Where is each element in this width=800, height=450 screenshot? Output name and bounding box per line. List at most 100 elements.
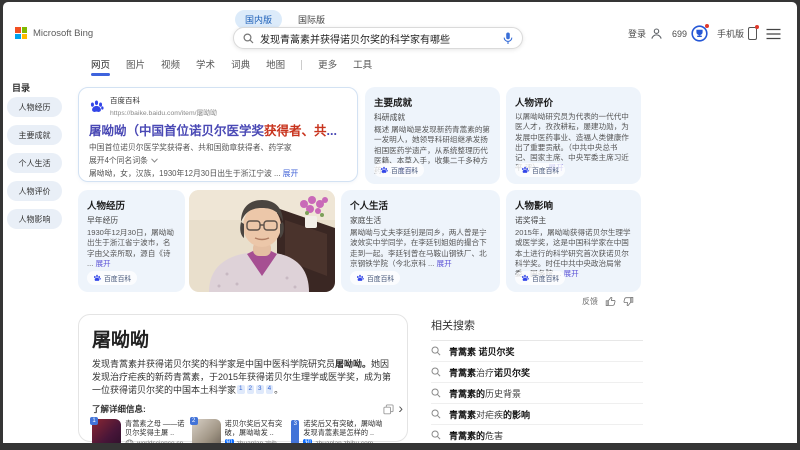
result-source-name: 百度百科 — [110, 96, 140, 105]
notification-dot — [755, 25, 759, 29]
tab-videos[interactable]: 视频 — [161, 57, 180, 74]
chip-label: 百度百科 — [532, 276, 560, 283]
source-thumbnail: 1 — [90, 417, 121, 443]
tab-images[interactable]: 图片 — [126, 57, 145, 74]
chip-label: 百度百科 — [532, 168, 560, 175]
thumbs-up-icon[interactable] — [605, 296, 616, 307]
toc-item-personal-life[interactable]: 个人生活 — [7, 153, 62, 173]
search-icon — [431, 430, 441, 440]
toc-item-achievements[interactable]: 主要成就 — [7, 125, 62, 145]
citation-1[interactable]: 1 — [237, 385, 245, 394]
card-title: 人物影响 — [515, 201, 554, 212]
toc-item-evaluation[interactable]: 人物评价 — [7, 181, 62, 201]
search-icon — [243, 32, 254, 43]
card-influence[interactable]: 人物影响 诺奖得主 2015年，屠呦呦获得诺贝尔生理学或医学奖，这是中国科学家在… — [506, 190, 641, 292]
card-experience[interactable]: 人物经历 早年经历 1930年12月30日，屠呦呦出生于浙江省宁波市，名字由父亲… — [78, 190, 185, 292]
bing-logo[interactable]: Microsoft Bing — [15, 27, 93, 39]
search-icon — [431, 367, 441, 377]
card-subtitle: 家庭生活 — [350, 216, 382, 225]
thumbs-down-icon[interactable] — [623, 296, 634, 307]
zhihu-icon: 知 — [303, 439, 313, 443]
source-title: 诺贝尔奖后又有突破，屠呦呦发 .. — [224, 419, 283, 438]
related-text: 治疗 — [476, 367, 495, 378]
card-body: 概述 屠呦呦是发现新药青蒿素的第一发明人，她领导科研组继承发扬祖国医药学遗产，从… — [374, 125, 491, 175]
tab-academic[interactable]: 学术 — [196, 57, 215, 74]
related-item-4[interactable]: 青蒿素对疟疾的影响 — [431, 404, 643, 425]
related-item-1[interactable]: 青蒿素 诺贝尔奖 — [431, 341, 643, 362]
result-description: 中国首位诺贝尔医学奖获得者、共和国勋章获得者、药学家 — [89, 143, 292, 152]
sources-next-chevron-icon[interactable]: › — [398, 401, 403, 415]
source-title: 青蒿素之母 ——诺贝尔奖得主屠 .. — [125, 419, 185, 438]
tab-maps[interactable]: 地图 — [266, 57, 285, 74]
source-number-badge: 3 — [291, 420, 300, 443]
related-item-5[interactable]: 青蒿素的危害 — [431, 425, 643, 443]
answer-title: 屠呦呦 — [92, 330, 150, 351]
search-icon — [431, 409, 441, 419]
search-bar[interactable] — [233, 27, 523, 49]
tab-web[interactable]: 网页 — [91, 57, 111, 76]
source-chip[interactable]: 百度百科 — [374, 163, 425, 177]
notification-dot — [704, 24, 709, 28]
result-source-row[interactable]: 百度百科 https://baike.baidu.com/item/屠呦呦 — [89, 95, 347, 117]
source-chip[interactable]: 百度百科 — [87, 271, 138, 285]
expand-link[interactable]: 展开 — [564, 269, 579, 278]
citation-4[interactable]: 4 — [265, 385, 274, 394]
mobile-version-button[interactable]: 手机版 — [717, 25, 759, 40]
source-card-2[interactable]: 2 诺贝尔奖后又有突破，屠呦呦发 .. 知zhuanlan.zhih.. — [189, 417, 285, 443]
related-text: 青蒿素的 — [449, 430, 486, 441]
source-card-1[interactable]: 1 青蒿素之母 ——诺贝尔奖得主屠 .. worldscience.cn — [90, 417, 185, 443]
tab-dictionary[interactable]: 词典 — [231, 57, 250, 74]
tab-tools[interactable]: 工具 — [353, 57, 372, 74]
copy-icon[interactable] — [383, 404, 394, 415]
search-icon — [431, 388, 441, 398]
rewards-button[interactable]: 699 — [672, 24, 709, 42]
expand-link[interactable]: 展开 — [437, 259, 452, 268]
card-title: 个人生活 — [350, 201, 389, 212]
card-personal-life[interactable]: 个人生活 家庭生活 屠呦呦与丈夫李廷钊是同乡，两人曾是宁波效实中学同学，在李廷钊… — [341, 190, 500, 292]
result-title-link[interactable]: 屠呦呦（中国首位诺贝尔医学奖获得者、共... — [89, 120, 347, 139]
citation-3[interactable]: 3 — [256, 385, 264, 394]
search-nav: 网页 图片 视频 学术 词典 地图 更多 工具 — [3, 56, 372, 76]
snippet-expand-link[interactable]: 展开 — [283, 169, 299, 178]
source-cards: 1 青蒿素之母 ——诺贝尔奖得主屠 .. worldscience.cn 2 诺… — [90, 417, 394, 443]
sign-in-button[interactable]: 登录 — [628, 27, 663, 40]
source-chip[interactable]: 百度百科 — [350, 271, 401, 285]
card-achievements[interactable]: 主要成就 科研成就 概述 屠呦呦是发现新药青蒿素的第一发明人，她领导科研组继承发… — [365, 87, 500, 184]
tab-more[interactable]: 更多 — [318, 57, 337, 74]
related-text: 青蒿素的 — [449, 388, 486, 399]
citation-2[interactable]: 2 — [246, 385, 255, 394]
microphone-icon[interactable] — [503, 32, 513, 45]
baidu-paw-icon — [94, 274, 101, 281]
snippet-text: 屠呦呦，女，汉族，1930年12月30日出生于浙江宁波 ... — [89, 169, 281, 178]
expand-entries-label: 展开4个同名词条 — [89, 156, 148, 165]
portrait-illustration — [189, 190, 335, 292]
baike-result-card[interactable]: 百度百科 https://baike.baidu.com/item/屠呦呦 屠呦… — [78, 87, 358, 182]
related-text: 对疟疾 — [476, 409, 504, 420]
result-snippet: 屠呦呦，女，汉族，1930年12月30日出生于浙江宁波 ... 展开 — [89, 168, 347, 179]
baidu-paw-icon — [381, 166, 388, 173]
toc-item-influence[interactable]: 人物影响 — [7, 209, 62, 229]
source-card-3[interactable]: 3 诺奖后又有突破，屠呦呦发现青蒿素是怎样的 .. 知zhuanlan.zhih… — [291, 419, 384, 443]
expand-entries-button[interactable]: 展开4个同名词条 — [89, 155, 347, 166]
chip-label: 百度百科 — [391, 168, 419, 175]
source-chip[interactable]: 百度百科 — [515, 271, 566, 285]
source-chip[interactable]: 百度百科 — [515, 163, 566, 177]
related-searches: 相关搜索 青蒿素 诺贝尔奖 青蒿素治疗诺贝尔奖 青蒿素的历史背景 青蒿素对疟疾的… — [431, 317, 643, 443]
feedback-label[interactable]: 反馈 — [582, 296, 598, 307]
related-item-3[interactable]: 青蒿素的历史背景 — [431, 383, 643, 404]
hamburger-menu-icon[interactable] — [766, 28, 781, 40]
expand-link[interactable]: 展开 — [95, 259, 110, 268]
tab-international[interactable]: 国际版 — [298, 13, 325, 26]
related-item-2[interactable]: 青蒿素治疗诺贝尔奖 — [431, 362, 643, 383]
portrait-image[interactable] — [189, 190, 335, 292]
toc-item-experience[interactable]: 人物经历 — [7, 97, 62, 117]
related-text: 青蒿素 — [449, 409, 477, 420]
globe-icon — [125, 439, 134, 443]
related-text: 历史背景 — [485, 388, 522, 399]
card-evaluation[interactable]: 人物评价 以屠呦呦研究员为代表的一代代中医人才，孜孜耕耘，屡建功勋，为发展中医药… — [506, 87, 641, 184]
search-input[interactable] — [260, 32, 497, 44]
search-icon — [431, 346, 441, 356]
answer-text: 。 — [274, 385, 284, 396]
source-domain: zhuanlan.zhihu.com — [315, 440, 373, 443]
chip-label: 百度百科 — [104, 276, 132, 283]
